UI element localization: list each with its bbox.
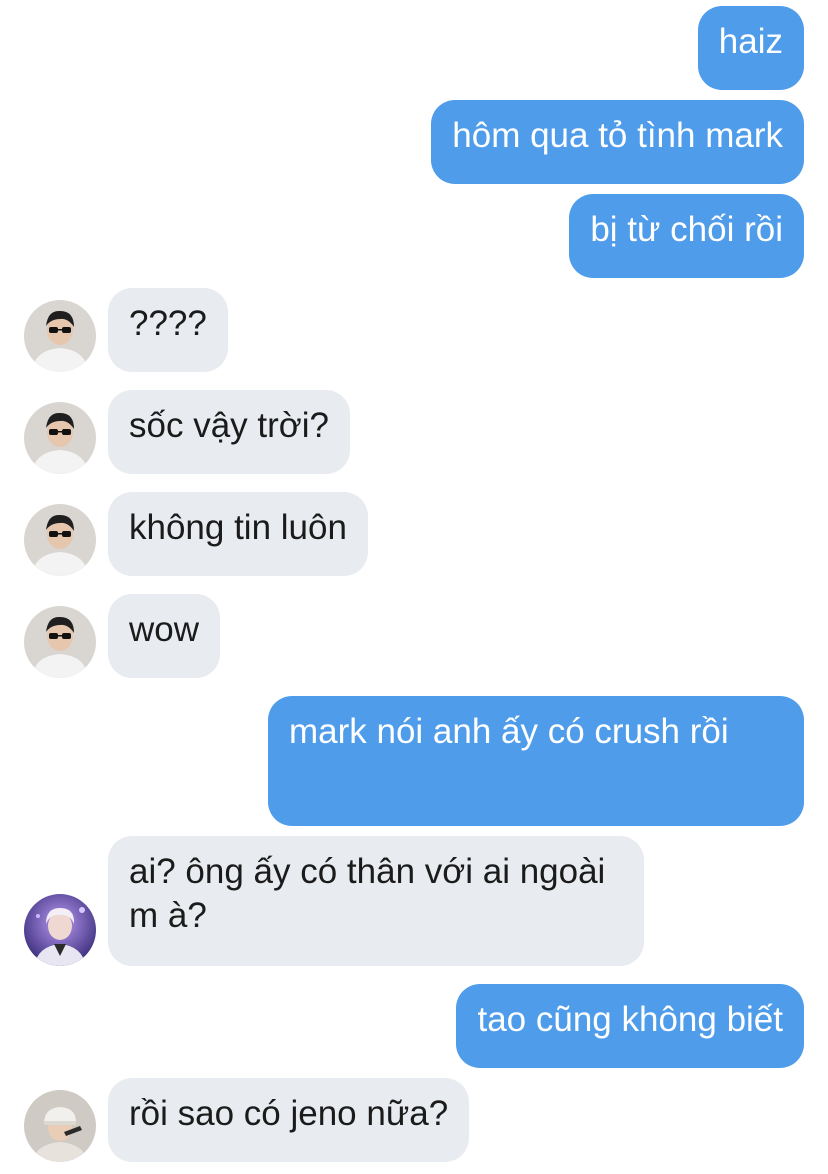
person-sunglasses-avatar[interactable] (24, 504, 96, 576)
incoming-message-bubble[interactable]: rồi sao có jeno nữa? (108, 1078, 470, 1162)
person-sunglasses-avatar[interactable] (24, 300, 96, 372)
incoming-message-bubble[interactable]: sốc vậy trời? (108, 390, 350, 474)
outgoing-message-bubble[interactable]: tao cũng không biết (456, 984, 804, 1068)
chat-thread: haiz hôm qua tỏ tình mark bị từ chối rồi… (0, 0, 828, 1174)
incoming-message-bubble[interactable]: wow (108, 594, 221, 678)
person-cap-avatar[interactable] (24, 1090, 96, 1162)
person-sunglasses-avatar[interactable] (24, 402, 96, 474)
outgoing-message-bubble[interactable]: haiz (697, 6, 804, 90)
outgoing-message-bubble[interactable]: mark nói anh ấy có crush rồi (268, 696, 804, 826)
person-purple-light-avatar[interactable] (24, 894, 96, 966)
outgoing-message-bubble[interactable]: hôm qua tỏ tình mark (431, 100, 804, 184)
outgoing-message-bubble[interactable]: bị từ chối rồi (569, 194, 804, 278)
incoming-message-bubble[interactable]: ???? (108, 288, 228, 372)
incoming-message-bubble[interactable]: không tin luôn (108, 492, 368, 576)
incoming-message-bubble[interactable]: ai? ông ấy có thân với ai ngoài m à? (108, 836, 644, 966)
person-sunglasses-avatar[interactable] (24, 606, 96, 678)
